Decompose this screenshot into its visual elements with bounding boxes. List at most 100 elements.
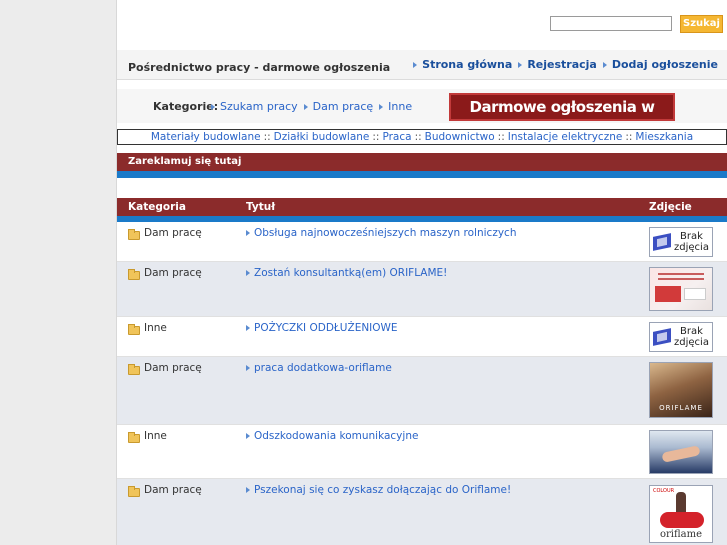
row-title: Pszekonaj się co zyskasz dołączając do O…	[254, 484, 512, 496]
top-nav: Strona główna Rejestracja Dodaj ogłoszen…	[413, 58, 718, 71]
flyer-image	[655, 286, 681, 302]
row-title-link[interactable]: Obsługa najnowocześniejszych maszyn roln…	[246, 227, 516, 239]
no-photo-thumbnail[interactable]: Brak zdjęcia	[649, 227, 713, 257]
no-photo-text: Brak zdjęcia	[674, 326, 709, 348]
ad-space	[117, 178, 727, 198]
row-title: POŻYCZKI ODDŁUŻENIOWE	[254, 322, 398, 334]
photo-brand-label: oriflame	[659, 529, 703, 540]
no-photo-thumbnail[interactable]: Brak zdjęcia	[649, 322, 713, 352]
folder-icon	[128, 324, 140, 335]
category-link-szukam[interactable]: Szukam pracy	[211, 100, 298, 113]
table-row: Dam pracę Obsługa najnowocześniejszych m…	[117, 222, 727, 262]
row-category: Inne	[144, 322, 167, 334]
arrow-right-icon	[303, 103, 308, 110]
nav-item-register[interactable]: Rejestracja	[518, 58, 597, 71]
related-link[interactable]: Praca	[382, 131, 411, 143]
no-image-icon	[653, 233, 672, 251]
related-links-bar: Materiały budowlane:: Działki budowlane::…	[117, 129, 727, 145]
flyer-line	[658, 278, 704, 280]
nav-item-add-ad[interactable]: Dodaj ogłoszenie	[602, 58, 718, 71]
listing-table: Dam pracę Obsługa najnowocześniejszych m…	[117, 222, 727, 545]
arrow-right-icon	[246, 433, 250, 439]
row-title-link[interactable]: Zostań konsultantką(em) ORIFLAME!	[246, 267, 447, 279]
main-content: Szukaj Pośrednictwo pracy - darmowe ogło…	[116, 0, 727, 545]
handshake-thumbnail[interactable]	[649, 430, 713, 474]
row-title-link[interactable]: praca dodatkowa-oriflame	[246, 362, 392, 374]
nav-item-home[interactable]: Strona główna	[413, 58, 512, 71]
column-header-title: Tytuł	[246, 201, 276, 213]
row-category: Dam pracę	[144, 227, 202, 239]
related-link[interactable]: Mieszkania	[635, 131, 693, 143]
table-row: Inne Odszkodowania komunikacyjne	[117, 425, 727, 479]
separator: ::	[263, 131, 271, 143]
row-category: Dam pracę	[144, 267, 202, 279]
separator: ::	[372, 131, 380, 143]
oriflame-flyer-thumbnail[interactable]	[649, 267, 713, 311]
row-title: praca dodatkowa-oriflame	[254, 362, 392, 374]
handshake-graphic	[661, 445, 701, 463]
lips-graphic	[660, 512, 704, 528]
nav-item-label: Dodaj ogłoszenie	[611, 58, 718, 71]
category-link-inne[interactable]: Inne	[379, 100, 412, 113]
category-link-label: Szukam pracy	[220, 100, 298, 113]
category-link-dam[interactable]: Dam pracę	[303, 100, 373, 113]
promo-banner[interactable]: Darmowe ogłoszenia w sieci !!	[449, 93, 675, 140]
related-link[interactable]: Działki budowlane	[274, 131, 370, 143]
oriflame-colour-thumbnail[interactable]: COLOUR oriflame	[649, 485, 713, 543]
categories-label: Kategorie:	[153, 100, 219, 113]
row-title-link[interactable]: Pszekonaj się co zyskasz dołączając do O…	[246, 484, 511, 496]
search-input[interactable]	[550, 16, 672, 31]
oriflame-portrait-thumbnail[interactable]: ORIFLAME	[649, 362, 713, 418]
related-link[interactable]: Instalacje elektryczne	[508, 131, 623, 143]
column-header-photo: Zdjęcie	[649, 201, 692, 213]
search-button[interactable]: Szukaj	[680, 15, 723, 33]
photo-brand-label: ORIFLAME	[659, 404, 703, 412]
advertise-bar[interactable]: Zareklamuj się tutaj	[117, 153, 727, 171]
nav-item-label: Strona główna	[422, 58, 513, 71]
search-bar: Szukaj	[117, 0, 727, 50]
column-header-category: Kategoria	[128, 201, 186, 213]
row-title: Odszkodowania komunikacyjne	[254, 430, 419, 442]
no-image-icon	[653, 328, 672, 346]
arrow-right-icon	[246, 270, 250, 276]
category-links: Szukam pracy Dam pracę Inne	[211, 100, 412, 113]
arrow-right-icon	[246, 365, 250, 371]
separator: ::	[414, 131, 422, 143]
separator: ::	[497, 131, 505, 143]
related-link[interactable]: Materiały budowlane	[151, 131, 261, 143]
table-row: Dam pracę Pszekonaj się co zyskasz dołąc…	[117, 479, 727, 545]
flyer-image	[684, 288, 706, 300]
arrow-right-icon	[246, 230, 250, 236]
site-title: Pośrednictwo pracy - darmowe ogłoszenia	[128, 61, 391, 74]
table-row: Inne POŻYCZKI ODDŁUŻENIOWE Brak zdjęcia	[117, 317, 727, 357]
arrow-right-icon	[602, 61, 607, 68]
table-row: Dam pracę Zostań konsultantką(em) ORIFLA…	[117, 262, 727, 317]
no-photo-text: Brak zdjęcia	[674, 231, 709, 253]
arrow-right-icon	[518, 61, 523, 68]
category-row: Kategorie: Szukam pracy Dam pracę Inne D…	[117, 89, 727, 140]
arrow-right-icon	[246, 487, 250, 493]
photo-top-label: COLOUR	[653, 488, 675, 494]
table-row: Dam pracę praca dodatkowa-oriflame ORIFL…	[117, 357, 727, 425]
arrow-right-icon	[211, 103, 215, 110]
table-header: Kategoria Tytuł Zdjęcie	[117, 198, 727, 216]
folder-icon	[128, 364, 140, 375]
row-title: Zostań konsultantką(em) ORIFLAME!	[254, 267, 448, 279]
nav-item-label: Rejestracja	[527, 58, 597, 71]
row-title-link[interactable]: Odszkodowania komunikacyjne	[246, 430, 418, 442]
category-link-label: Inne	[388, 100, 413, 113]
row-category: Dam pracę	[144, 484, 202, 496]
row-category: Inne	[144, 430, 167, 442]
folder-icon	[128, 486, 140, 497]
arrow-right-icon	[246, 325, 250, 331]
arrow-right-icon	[413, 61, 418, 68]
arrow-right-icon	[379, 103, 384, 110]
left-gutter	[0, 0, 116, 545]
row-title: Obsługa najnowocześniejszych maszyn roln…	[254, 227, 517, 239]
folder-icon	[128, 432, 140, 443]
flyer-line	[658, 273, 704, 275]
separator: ::	[625, 131, 633, 143]
header-row: Pośrednictwo pracy - darmowe ogłoszenia …	[117, 50, 727, 80]
related-link[interactable]: Budownictwo	[425, 131, 495, 143]
row-title-link[interactable]: POŻYCZKI ODDŁUŻENIOWE	[246, 322, 398, 334]
